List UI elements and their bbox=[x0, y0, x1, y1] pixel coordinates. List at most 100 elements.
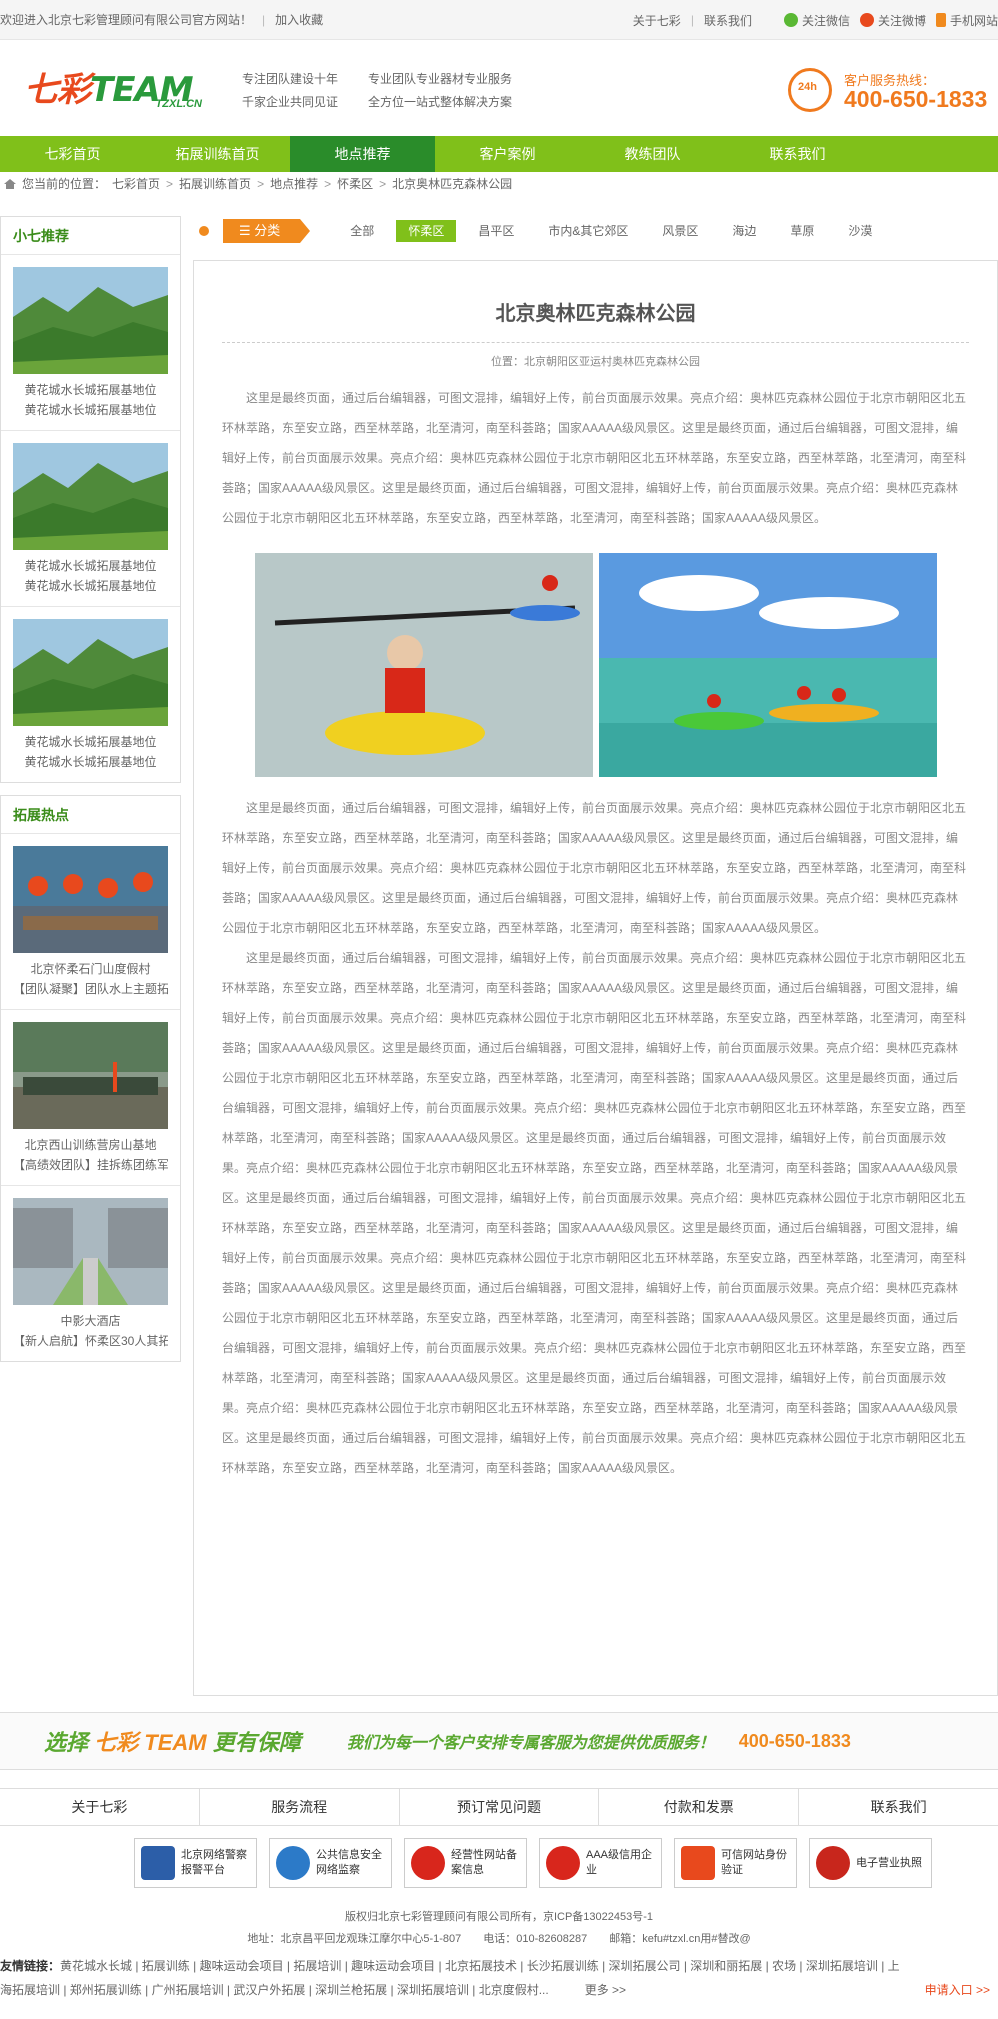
top-bar-right: 关于七彩 | 联系我们 关注微信 关注微博 手机网站 bbox=[633, 0, 998, 40]
article: 北京奥林匹克森林公园 位置：北京朝阳区亚运村奥林匹克森林公园 这里是最终页面，通… bbox=[193, 260, 998, 1696]
landscape-thumbnail[interactable] bbox=[13, 443, 168, 550]
friend-links-list[interactable]: 黄花城水长城 | 拓展训练 | 趣味运动会项目 | 拓展培训 | 趣味运动会项目… bbox=[60, 1959, 900, 1973]
recommend-item[interactable]: 黄花城水长城拓展基地位 黄花城水长城拓展基地位 bbox=[1, 431, 180, 607]
mobile-link[interactable]: 手机网站 bbox=[935, 12, 998, 29]
item-caption: 黄花城水长城拓展基地位 bbox=[24, 403, 157, 417]
main-nav: 七彩首页 拓展训练首页 地点推荐 客户案例 教练团队 联系我们 bbox=[0, 136, 998, 172]
business-license-badge[interactable]: 电子营业执照 bbox=[809, 1838, 932, 1888]
article-paragraph: 这里是最终页面，通过后台编辑器，可图文混排，编辑好上传，前台页面展示效果。亮点介… bbox=[222, 801, 967, 935]
article-paragraph: 这里是最终页面，通过后台编辑器，可图文混排，编辑好上传，前台页面展示效果。亮点介… bbox=[222, 951, 967, 1475]
footer-nav-faq[interactable]: 预订常见问题 bbox=[400, 1789, 600, 1825]
slogan: 千家企业共同见证 bbox=[242, 95, 339, 109]
landscape-thumbnail[interactable] bbox=[13, 267, 168, 374]
contact-link[interactable]: 联系我们 bbox=[704, 12, 752, 29]
welcome-text: 欢迎进入北京七彩管理顾问有限公司官方网站！ bbox=[0, 13, 253, 27]
breadcrumb-item[interactable]: 拓展训练首页 bbox=[179, 172, 251, 196]
home-icon bbox=[4, 179, 16, 189]
item-caption: 黄花城水长城拓展基地位 bbox=[24, 383, 157, 397]
filter-tag-city[interactable]: 市内&其它郊区 bbox=[536, 220, 640, 242]
footer-nav-payment[interactable]: 付款和发票 bbox=[599, 1789, 800, 1825]
certification-badges: 北京网络警察报警平台 公共信息安全网络监察 经营性网站备案信息 AAA级信用企业… bbox=[134, 1838, 932, 1888]
recommend-box: 小七推荐 黄花城水长城拓展基地位 黄花城水长城拓展基地位 黄花城水长城拓展基地位… bbox=[0, 216, 181, 783]
separator: | bbox=[690, 13, 694, 27]
license-icon bbox=[816, 1846, 850, 1880]
mobile-icon bbox=[935, 13, 946, 27]
security-badge[interactable]: 公共信息安全网络监察 bbox=[269, 1838, 392, 1888]
landscape-thumbnail[interactable] bbox=[13, 619, 168, 726]
site-logo[interactable]: 七彩TEAM TZXL.CN bbox=[24, 62, 210, 110]
hotline-number: 400-650-1833 bbox=[844, 86, 988, 112]
filter-label: ☰ 分类 bbox=[223, 219, 311, 243]
banner-promise: 我们为每一个客户安排专属客服为您提供优质服务！ bbox=[346, 1735, 715, 1752]
credit-seal-icon bbox=[546, 1846, 580, 1880]
filter-tag-seaside[interactable]: 海边 bbox=[720, 220, 768, 242]
divider bbox=[222, 342, 969, 343]
kayak-photo bbox=[254, 553, 593, 777]
item-caption: 北京西山训练营房山基地 bbox=[24, 1138, 157, 1152]
item-caption: 中影大酒店 bbox=[60, 1314, 121, 1328]
filter-tag-all[interactable]: 全部 bbox=[338, 220, 386, 242]
team-activity-thumbnail[interactable] bbox=[13, 1022, 168, 1129]
recommend-item[interactable]: 黄花城水长城拓展基地位 黄花城水长城拓展基地位 bbox=[1, 255, 180, 431]
slogan: 专注团队建设十年 bbox=[242, 72, 339, 86]
about-link[interactable]: 关于七彩 bbox=[633, 12, 681, 29]
filter-tag-grassland[interactable]: 草原 bbox=[778, 220, 826, 242]
wechat-link[interactable]: 关注微信 bbox=[783, 12, 850, 29]
filter-tag-changping[interactable]: 昌平区 bbox=[466, 220, 526, 242]
recommend-title: 小七推荐 bbox=[1, 217, 180, 255]
trusted-site-badge[interactable]: 可信网站身份验证 bbox=[674, 1838, 797, 1888]
banner-phone: 400-650-1833 bbox=[738, 1730, 851, 1751]
item-caption: 【新人启航】怀柔区30人其拓 bbox=[13, 1334, 168, 1348]
recommend-item[interactable]: 黄花城水长城拓展基地位 黄花城水长城拓展基地位 bbox=[1, 607, 180, 782]
hot-item[interactable]: 北京怀柔石门山度假村 【团队凝聚】团队水上主题拓展 bbox=[1, 834, 180, 1010]
wechat-label: 关注微信 bbox=[801, 13, 850, 28]
nav-item-contact[interactable]: 联系我们 bbox=[725, 136, 870, 172]
wechat-icon bbox=[783, 13, 798, 27]
police-badge[interactable]: 北京网络警察报警平台 bbox=[134, 1838, 257, 1888]
nav-item-cases[interactable]: 客户案例 bbox=[435, 136, 580, 172]
credit-badge[interactable]: AAA级信用企业 bbox=[539, 1838, 662, 1888]
icp-badge[interactable]: 经营性网站备案信息 bbox=[404, 1838, 527, 1888]
article-paragraph: 这里是最终页面，通过后台编辑器，可图文混排，编辑好上传，前台页面展示效果。亮点介… bbox=[222, 391, 967, 525]
footer-nav-about[interactable]: 关于七彩 bbox=[0, 1789, 200, 1825]
hot-item[interactable]: 中影大酒店 【新人启航】怀柔区30人其拓 bbox=[1, 1186, 180, 1361]
photo-row bbox=[194, 553, 997, 777]
article-title: 北京奥林匹克森林公园 bbox=[495, 303, 696, 325]
shield-icon bbox=[276, 1846, 310, 1880]
breadcrumb-separator: > bbox=[257, 177, 265, 191]
breadcrumb-item[interactable]: 地点推荐 bbox=[270, 172, 318, 196]
police-icon bbox=[141, 1846, 175, 1880]
breadcrumb: 您当前的位置： 七彩首页 > 拓展训练首页 > 地点推荐 > 怀柔区 > 北京奥林匹克森… bbox=[0, 172, 998, 196]
item-caption: 【高绩效团队】挂拆练团练军事 bbox=[13, 1158, 168, 1172]
header-slogans: 专注团队建设十年 专业团队专业器材专业服务 千家企业共同见证 全方位一站式整体解… bbox=[242, 70, 514, 110]
slogan: 全方位一站式整体解决方案 bbox=[368, 95, 513, 109]
add-favorite-link[interactable]: 加入收藏 bbox=[275, 11, 323, 28]
nav-item-locations[interactable]: 地点推荐 bbox=[290, 136, 435, 172]
filter-tag-scenic[interactable]: 风景区 bbox=[650, 220, 710, 242]
category-filter: ☰ 分类 全部 怀柔区 昌平区 市内&其它郊区 风景区 海边 草原 沙漠 bbox=[193, 216, 998, 246]
team-activity-thumbnail[interactable] bbox=[13, 846, 168, 953]
nav-item-coaches[interactable]: 教练团队 bbox=[580, 136, 725, 172]
item-caption: 黄花城水长城拓展基地位 bbox=[24, 755, 157, 769]
apply-link[interactable]: 申请入口 >> bbox=[925, 1978, 990, 2002]
friend-links-row: 海拓展培训 | 郑州拓展训练 | 广州拓展培训 | 武汉户外拓展 | 深圳兰枪拓… bbox=[0, 1978, 998, 2002]
footer-nav-process[interactable]: 服务流程 bbox=[200, 1789, 400, 1825]
breadcrumb-item[interactable]: 七彩首页 bbox=[112, 172, 160, 196]
filter-tag-huairou[interactable]: 怀柔区 bbox=[396, 220, 457, 242]
trusted-icon bbox=[681, 1846, 715, 1880]
hotel-thumbnail[interactable] bbox=[13, 1198, 168, 1305]
footer-nav-contact[interactable]: 联系我们 bbox=[799, 1789, 998, 1825]
friend-links-label: 友情链接： bbox=[0, 1959, 61, 1973]
item-caption: 黄花城水长城拓展基地位 bbox=[24, 559, 157, 573]
breadcrumb-current: 北京奥林匹克森林公园 bbox=[392, 177, 513, 191]
nav-item-training-home[interactable]: 拓展训练首页 bbox=[145, 136, 290, 172]
nav-item-home[interactable]: 七彩首页 bbox=[0, 136, 145, 172]
filter-tag-desert[interactable]: 沙漠 bbox=[836, 220, 884, 242]
breadcrumb-separator: > bbox=[166, 177, 174, 191]
item-caption: 【团队凝聚】团队水上主题拓展 bbox=[13, 982, 168, 996]
hot-item[interactable]: 北京西山训练营房山基地 【高绩效团队】挂拆练团练军事 bbox=[1, 1010, 180, 1186]
breadcrumb-item[interactable]: 怀柔区 bbox=[337, 172, 373, 196]
weibo-link[interactable]: 关注微博 bbox=[859, 12, 926, 29]
friend-links-list[interactable]: 海拓展培训 | 郑州拓展训练 | 广州拓展培训 | 武汉户外拓展 | 深圳兰枪拓… bbox=[0, 1983, 626, 1997]
list-icon: ☰ bbox=[239, 223, 255, 238]
